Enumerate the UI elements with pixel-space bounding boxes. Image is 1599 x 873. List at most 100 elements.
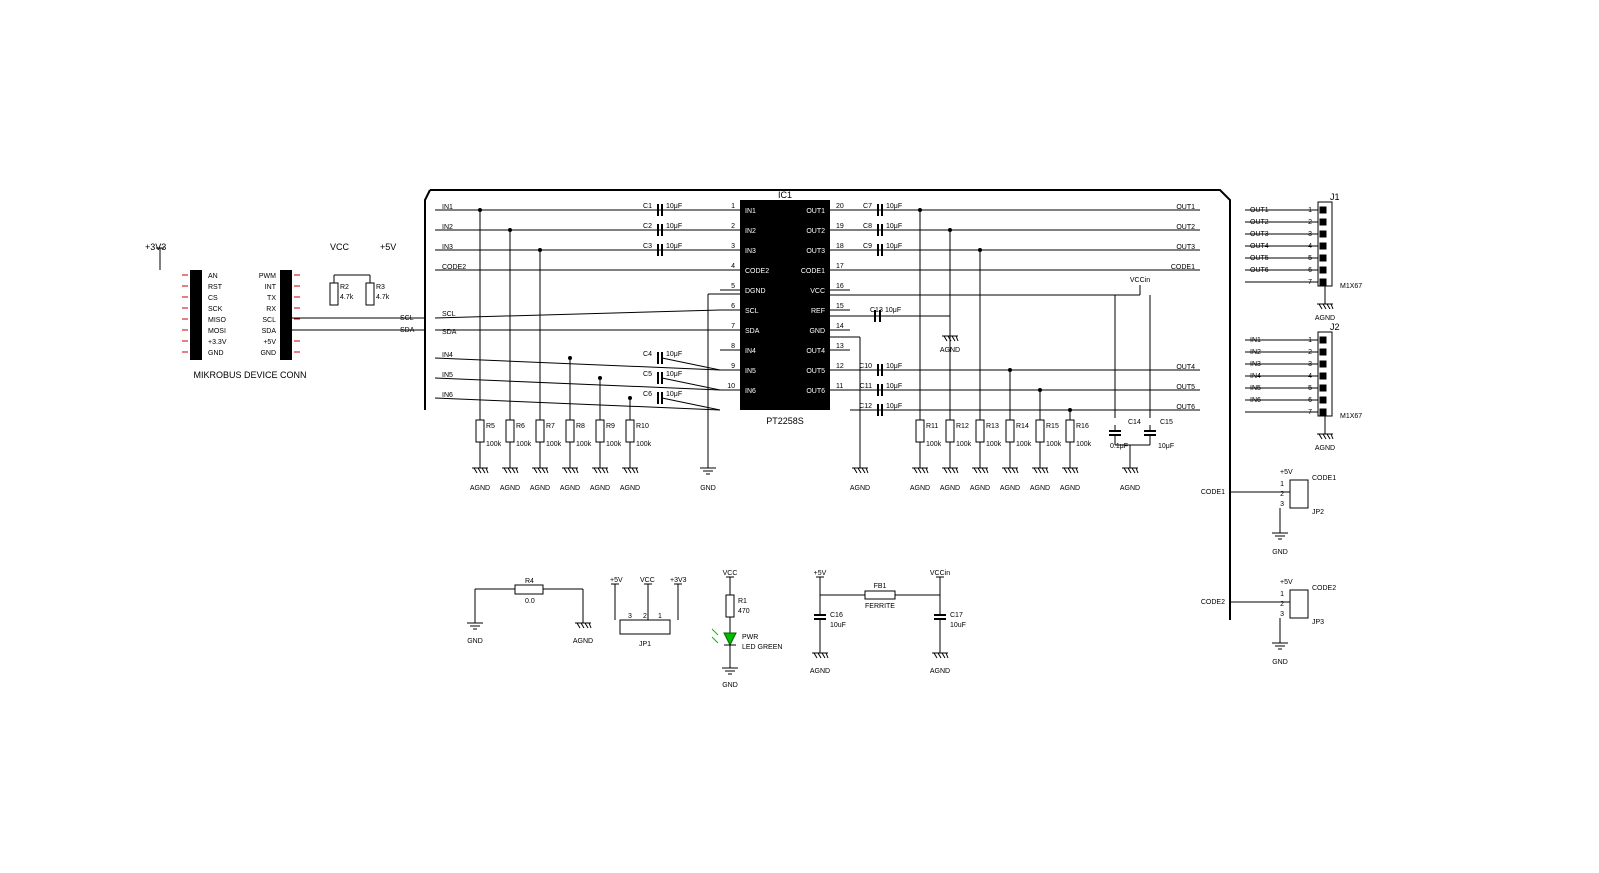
svg-text:C11: C11 [860,383,872,390]
svg-text:C12: C12 [859,403,872,410]
svg-text:10μF: 10μF [666,371,682,378]
svg-text:C8: C8 [863,223,872,230]
svg-text:C14: C14 [1128,419,1141,426]
svg-text:1: 1 [1280,481,1284,488]
j2-connector: J2 IN11IN22IN33IN44IN55IN667 AGND M1X67 [1245,322,1362,452]
svg-text:VCCin: VCCin [930,570,950,577]
svg-text:+3V3: +3V3 [145,242,166,252]
svg-text:C2: C2 [643,223,652,230]
svg-text:C4: C4 [643,351,652,358]
svg-text:IN2: IN2 [442,224,453,231]
svg-text:GND: GND [809,328,825,335]
svg-text:R2: R2 [340,284,349,291]
svg-text:4.7k: 4.7k [340,294,354,301]
svg-text:AN: AN [208,273,218,280]
svg-text:R6: R6 [516,423,525,430]
svg-text:10: 10 [727,383,735,390]
svg-text:+5V: +5V [1280,579,1293,586]
pwr-led: VCC R1 470 PWR LED GREEN GND [712,570,782,689]
svg-text:R4: R4 [525,578,534,585]
svg-text:1: 1 [658,613,662,620]
svg-text:SCL: SCL [442,311,456,318]
svg-text:AGND: AGND [940,485,960,492]
svg-text:10uF: 10uF [950,622,966,629]
svg-text:C7: C7 [863,203,872,210]
svg-text:AGND: AGND [810,668,830,675]
svg-text:100k: 100k [1076,441,1092,448]
svg-text:GND: GND [722,682,738,689]
ferrite: +5V VCCin FB1 FERRITE C16 10uF AGND C17 … [810,570,966,675]
svg-text:5: 5 [731,283,735,290]
svg-text:GND: GND [1272,549,1288,556]
svg-text:GND: GND [260,350,276,357]
svg-text:CS: CS [208,295,218,302]
svg-text:IN6: IN6 [442,392,453,399]
svg-text:R11: R11 [926,423,938,430]
svg-text:10μF: 10μF [886,243,902,250]
svg-text:2: 2 [1280,601,1284,608]
svg-text:10μF: 10μF [886,223,902,230]
svg-text:10μF: 10μF [886,363,902,370]
svg-text:+3.3V: +3.3V [208,339,227,346]
svg-text:JP3: JP3 [1312,619,1324,626]
svg-text:0.0: 0.0 [525,598,535,605]
svg-text:7: 7 [731,323,735,330]
svg-text:AGND: AGND [500,485,520,492]
jp1: +5V VCC +3V3 3 2 1 JP1 [610,577,687,648]
svg-text:18: 18 [836,243,844,250]
svg-text:J1: J1 [1330,192,1340,202]
svg-text:IN3: IN3 [442,244,453,251]
svg-text:10μF: 10μF [886,203,902,210]
svg-text:R5: R5 [486,423,495,430]
svg-text:R3: R3 [376,284,385,291]
svg-text:CODE2: CODE2 [1312,585,1336,592]
svg-text:10μF: 10μF [666,223,682,230]
svg-text:LED GREEN: LED GREEN [742,644,782,651]
svg-text:R10: R10 [636,423,649,430]
svg-text:AGND: AGND [850,485,870,492]
svg-text:16: 16 [836,283,844,290]
svg-text:15: 15 [836,303,844,310]
svg-text:3: 3 [628,613,632,620]
svg-text:C17: C17 [950,612,963,619]
svg-text:AGND: AGND [620,485,640,492]
svg-text:13: 13 [836,343,844,350]
svg-text:VCC: VCC [723,570,738,577]
svg-text:4.7k: 4.7k [376,294,390,301]
svg-text:PWM: PWM [259,273,276,280]
svg-text:CODE1: CODE1 [1312,475,1336,482]
svg-text:R13: R13 [986,423,999,430]
svg-text:1: 1 [731,203,735,210]
j1-connector: J1 OUT11OUT22OUT33OUT44OUT55OUT667 AGND … [1245,192,1362,322]
svg-text:CODE2: CODE2 [442,264,466,271]
svg-text:C3: C3 [643,243,652,250]
pullups: R2 4.7k R3 4.7k [330,275,390,305]
svg-text:10μF: 10μF [666,391,682,398]
svg-text:R12: R12 [956,423,969,430]
svg-text:IN5: IN5 [745,368,756,375]
svg-text:8: 8 [731,343,735,350]
svg-text:AGND: AGND [1030,485,1050,492]
svg-text:RX: RX [266,306,276,313]
svg-text:CODE2: CODE2 [745,268,769,275]
svg-text:C13: C13 [870,307,883,314]
svg-text:AGND: AGND [930,668,950,675]
svg-text:OUT5: OUT5 [806,368,825,375]
svg-text:VCC: VCC [810,288,825,295]
svg-text:6: 6 [731,303,735,310]
svg-text:10μF: 10μF [886,383,902,390]
svg-text:MOSI: MOSI [208,328,226,335]
svg-text:R16: R16 [1076,423,1089,430]
svg-text:CODE1: CODE1 [801,268,825,275]
svg-text:J2: J2 [1330,322,1340,332]
svg-text:IN6: IN6 [745,388,756,395]
svg-text:IN1: IN1 [442,204,453,211]
svg-text:SDA: SDA [745,328,760,335]
svg-text:17: 17 [836,263,844,270]
svg-text:OUT4: OUT4 [806,348,825,355]
svg-text:REF: REF [811,308,825,315]
svg-text:AGND: AGND [1315,315,1335,322]
svg-text:IN4: IN4 [442,352,453,359]
svg-text:100k: 100k [576,441,592,448]
svg-text:+3V3: +3V3 [670,577,687,584]
